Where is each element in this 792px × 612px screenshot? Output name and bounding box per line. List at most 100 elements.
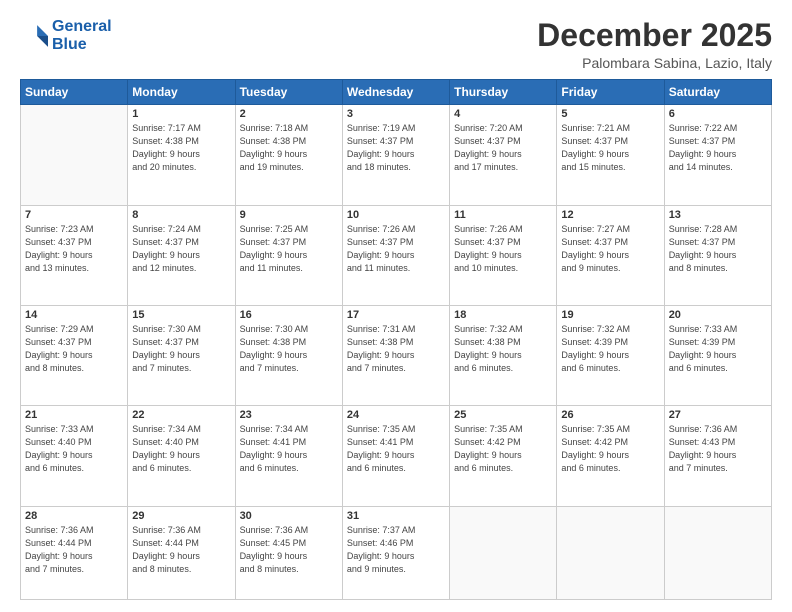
header: General Blue December 2025 Palombara Sab… — [20, 18, 772, 71]
calendar-cell: 20 Sunrise: 7:33 AMSunset: 4:39 PMDayligh… — [664, 305, 771, 405]
day-number: 5 — [561, 108, 659, 120]
calendar-cell: 25Sunrise: 7:35 AMSunset: 4:42 PMDayligh… — [450, 406, 557, 506]
calendar-cell: 17Sunrise: 7:31 AMSunset: 4:38 PMDayligh… — [342, 305, 449, 405]
title-block: December 2025 Palombara Sabina, Lazio, I… — [537, 18, 772, 71]
day-info: Sunrise: 7:18 AMSunset: 4:38 PMDaylight:… — [240, 122, 338, 174]
calendar-cell: 31 Sunrise: 7:37 AMSunset: 4:46 PMDayligh… — [342, 506, 449, 600]
day-number: 8 — [132, 209, 230, 221]
calendar-cell: 3 Sunrise: 7:19 AMSunset: 4:37 PMDaylight… — [342, 105, 449, 205]
day-number: 13 — [669, 209, 767, 221]
day-number: 4 — [454, 108, 552, 120]
day-info: Sunrise: 7:34 AMSunset: 4:40 PMDaylight:… — [132, 423, 230, 475]
calendar-header-saturday: Saturday — [664, 80, 771, 105]
calendar-cell: 27 Sunrise: 7:36 AMSunset: 4:43 PMDayligh… — [664, 406, 771, 506]
day-info: Sunrise: 7:32 AMSunset: 4:39 PMDaylight:… — [561, 323, 659, 375]
day-info: Sunrise: 7:37 AMSunset: 4:46 PMDaylight:… — [347, 524, 445, 576]
calendar-cell: 7Sunrise: 7:23 AMSunset: 4:37 PMDaylight… — [21, 205, 128, 305]
day-number: 6 — [669, 108, 767, 120]
day-info: Sunrise: 7:17 AMSunset: 4:38 PMDaylight:… — [132, 122, 230, 174]
logo-blue: Blue — [52, 36, 87, 53]
calendar-cell: 16 Sunrise: 7:30 AMSunset: 4:38 PMDayligh… — [235, 305, 342, 405]
day-info: Sunrise: 7:28 AMSunset: 4:37 PMDaylight:… — [669, 223, 767, 275]
calendar-week-row: 1 Sunrise: 7:17 AMSunset: 4:38 PMDaylight… — [21, 105, 772, 205]
calendar-cell: 22 Sunrise: 7:34 AMSunset: 4:40 PMDayligh… — [128, 406, 235, 506]
calendar-cell: 10 Sunrise: 7:26 AMSunset: 4:37 PMDayligh… — [342, 205, 449, 305]
day-number: 31 — [347, 510, 445, 522]
logo-text: General Blue — [52, 18, 112, 53]
calendar-header-tuesday: Tuesday — [235, 80, 342, 105]
day-number: 29 — [132, 510, 230, 522]
calendar-cell: 18Sunrise: 7:32 AMSunset: 4:38 PMDayligh… — [450, 305, 557, 405]
page: General Blue December 2025 Palombara Sab… — [0, 0, 792, 612]
calendar-cell: 26Sunrise: 7:35 AMSunset: 4:42 PMDayligh… — [557, 406, 664, 506]
day-info: Sunrise: 7:25 AMSunset: 4:37 PMDaylight:… — [240, 223, 338, 275]
day-number: 24 — [347, 409, 445, 421]
day-info: Sunrise: 7:30 AMSunset: 4:38 PMDaylight:… — [240, 323, 338, 375]
day-number: 22 — [132, 409, 230, 421]
calendar-cell: 9 Sunrise: 7:25 AMSunset: 4:37 PMDaylight… — [235, 205, 342, 305]
day-number: 9 — [240, 209, 338, 221]
calendar-cell: 11Sunrise: 7:26 AMSunset: 4:37 PMDayligh… — [450, 205, 557, 305]
calendar-week-row: 7Sunrise: 7:23 AMSunset: 4:37 PMDaylight… — [21, 205, 772, 305]
day-info: Sunrise: 7:24 AMSunset: 4:37 PMDaylight:… — [132, 223, 230, 275]
day-number: 28 — [25, 510, 123, 522]
day-info: Sunrise: 7:23 AMSunset: 4:37 PMDaylight:… — [25, 223, 123, 275]
calendar-week-row: 14Sunrise: 7:29 AMSunset: 4:37 PMDayligh… — [21, 305, 772, 405]
calendar-cell: 12 Sunrise: 7:27 AMSunset: 4:37 PMDayligh… — [557, 205, 664, 305]
day-number: 3 — [347, 108, 445, 120]
location-subtitle: Palombara Sabina, Lazio, Italy — [537, 55, 772, 71]
calendar-week-row: 28 Sunrise: 7:36 AMSunset: 4:44 PMDayligh… — [21, 506, 772, 600]
calendar-cell — [21, 105, 128, 205]
day-info: Sunrise: 7:33 AMSunset: 4:40 PMDaylight:… — [25, 423, 123, 475]
day-number: 1 — [132, 108, 230, 120]
calendar-header-wednesday: Wednesday — [342, 80, 449, 105]
calendar-cell: 15 Sunrise: 7:30 AMSunset: 4:37 PMDayligh… — [128, 305, 235, 405]
calendar-cell — [664, 506, 771, 600]
calendar-cell — [557, 506, 664, 600]
day-info: Sunrise: 7:30 AMSunset: 4:37 PMDaylight:… — [132, 323, 230, 375]
day-info: Sunrise: 7:26 AMSunset: 4:37 PMDaylight:… — [347, 223, 445, 275]
day-number: 27 — [669, 409, 767, 421]
calendar-cell: 6 Sunrise: 7:22 AMSunset: 4:37 PMDaylight… — [664, 105, 771, 205]
day-number: 12 — [561, 209, 659, 221]
calendar-cell: 14Sunrise: 7:29 AMSunset: 4:37 PMDayligh… — [21, 305, 128, 405]
day-number: 19 — [561, 309, 659, 321]
day-info: Sunrise: 7:20 AMSunset: 4:37 PMDaylight:… — [454, 122, 552, 174]
calendar-cell: 28 Sunrise: 7:36 AMSunset: 4:44 PMDayligh… — [21, 506, 128, 600]
calendar-header-sunday: Sunday — [21, 80, 128, 105]
day-number: 10 — [347, 209, 445, 221]
day-info: Sunrise: 7:22 AMSunset: 4:37 PMDaylight:… — [669, 122, 767, 174]
day-number: 2 — [240, 108, 338, 120]
logo: General Blue — [20, 18, 112, 53]
day-info: Sunrise: 7:29 AMSunset: 4:37 PMDaylight:… — [25, 323, 123, 375]
calendar-cell: 24Sunrise: 7:35 AMSunset: 4:41 PMDayligh… — [342, 406, 449, 506]
calendar-cell: 23Sunrise: 7:34 AMSunset: 4:41 PMDayligh… — [235, 406, 342, 506]
day-info: Sunrise: 7:33 AMSunset: 4:39 PMDaylight:… — [669, 323, 767, 375]
logo-general: General — [52, 18, 112, 35]
calendar-cell: 2 Sunrise: 7:18 AMSunset: 4:38 PMDaylight… — [235, 105, 342, 205]
calendar-cell — [450, 506, 557, 600]
day-info: Sunrise: 7:19 AMSunset: 4:37 PMDaylight:… — [347, 122, 445, 174]
month-title: December 2025 — [537, 18, 772, 53]
calendar-cell: 29Sunrise: 7:36 AMSunset: 4:44 PMDayligh… — [128, 506, 235, 600]
calendar-cell: 21 Sunrise: 7:33 AMSunset: 4:40 PMDayligh… — [21, 406, 128, 506]
day-info: Sunrise: 7:36 AMSunset: 4:43 PMDaylight:… — [669, 423, 767, 475]
day-info: Sunrise: 7:36 AMSunset: 4:44 PMDaylight:… — [25, 524, 123, 576]
calendar-header-monday: Monday — [128, 80, 235, 105]
calendar-cell: 1 Sunrise: 7:17 AMSunset: 4:38 PMDaylight… — [128, 105, 235, 205]
day-info: Sunrise: 7:27 AMSunset: 4:37 PMDaylight:… — [561, 223, 659, 275]
day-number: 15 — [132, 309, 230, 321]
day-info: Sunrise: 7:21 AMSunset: 4:37 PMDaylight:… — [561, 122, 659, 174]
day-number: 18 — [454, 309, 552, 321]
day-number: 23 — [240, 409, 338, 421]
calendar-cell: 5 Sunrise: 7:21 AMSunset: 4:37 PMDaylight… — [557, 105, 664, 205]
calendar-cell: 8 Sunrise: 7:24 AMSunset: 4:37 PMDaylight… — [128, 205, 235, 305]
day-number: 20 — [669, 309, 767, 321]
calendar-cell: 19 Sunrise: 7:32 AMSunset: 4:39 PMDayligh… — [557, 305, 664, 405]
logo-icon — [20, 22, 48, 50]
day-number: 21 — [25, 409, 123, 421]
calendar-header-row: SundayMondayTuesdayWednesdayThursdayFrid… — [21, 80, 772, 105]
calendar-cell: 30Sunrise: 7:36 AMSunset: 4:45 PMDayligh… — [235, 506, 342, 600]
day-number: 25 — [454, 409, 552, 421]
day-number: 16 — [240, 309, 338, 321]
